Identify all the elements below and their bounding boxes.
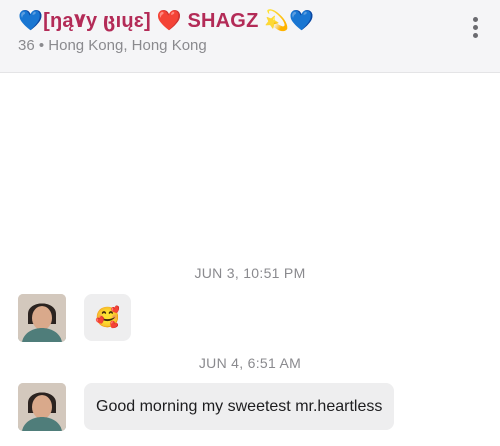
timestamp-divider: JUN 4, 6:51 AM xyxy=(198,355,302,371)
contact-name-text: [ŋą٧у ცıųɛ] xyxy=(43,10,151,32)
avatar[interactable] xyxy=(18,294,66,342)
message-bubble[interactable]: Good morning my sweetest mr.heartless xyxy=(84,383,395,430)
avatar[interactable] xyxy=(18,383,66,431)
contact-nickname: SHAGZ xyxy=(187,10,259,32)
message-bubble[interactable]: 🥰 xyxy=(84,294,131,341)
more-vertical-icon[interactable] xyxy=(470,17,480,41)
contact-details: 36 • Hong Kong, Hong Kong xyxy=(18,37,207,54)
red-heart-icon: ❤️ xyxy=(156,10,182,32)
chat-header: 💙[ŋą٧у ცıųɛ] ❤️ SHAGZ 💫💙 36 • Hong Kong,… xyxy=(0,0,500,73)
dizzy-star-icon: 💫 xyxy=(264,10,290,32)
blue-heart-icon: 💙 xyxy=(18,10,44,32)
smiling-face-hearts-icon: 🥰 xyxy=(95,307,120,329)
blue-heart-icon: 💙 xyxy=(289,10,315,32)
contact-name[interactable]: 💙[ŋą٧у ცıųɛ] ❤️ SHAGZ 💫💙 xyxy=(18,8,314,33)
timestamp-divider: JUN 3, 10:51 PM xyxy=(194,265,306,281)
message-text: Good morning my sweetest mr.heartless xyxy=(96,397,383,415)
